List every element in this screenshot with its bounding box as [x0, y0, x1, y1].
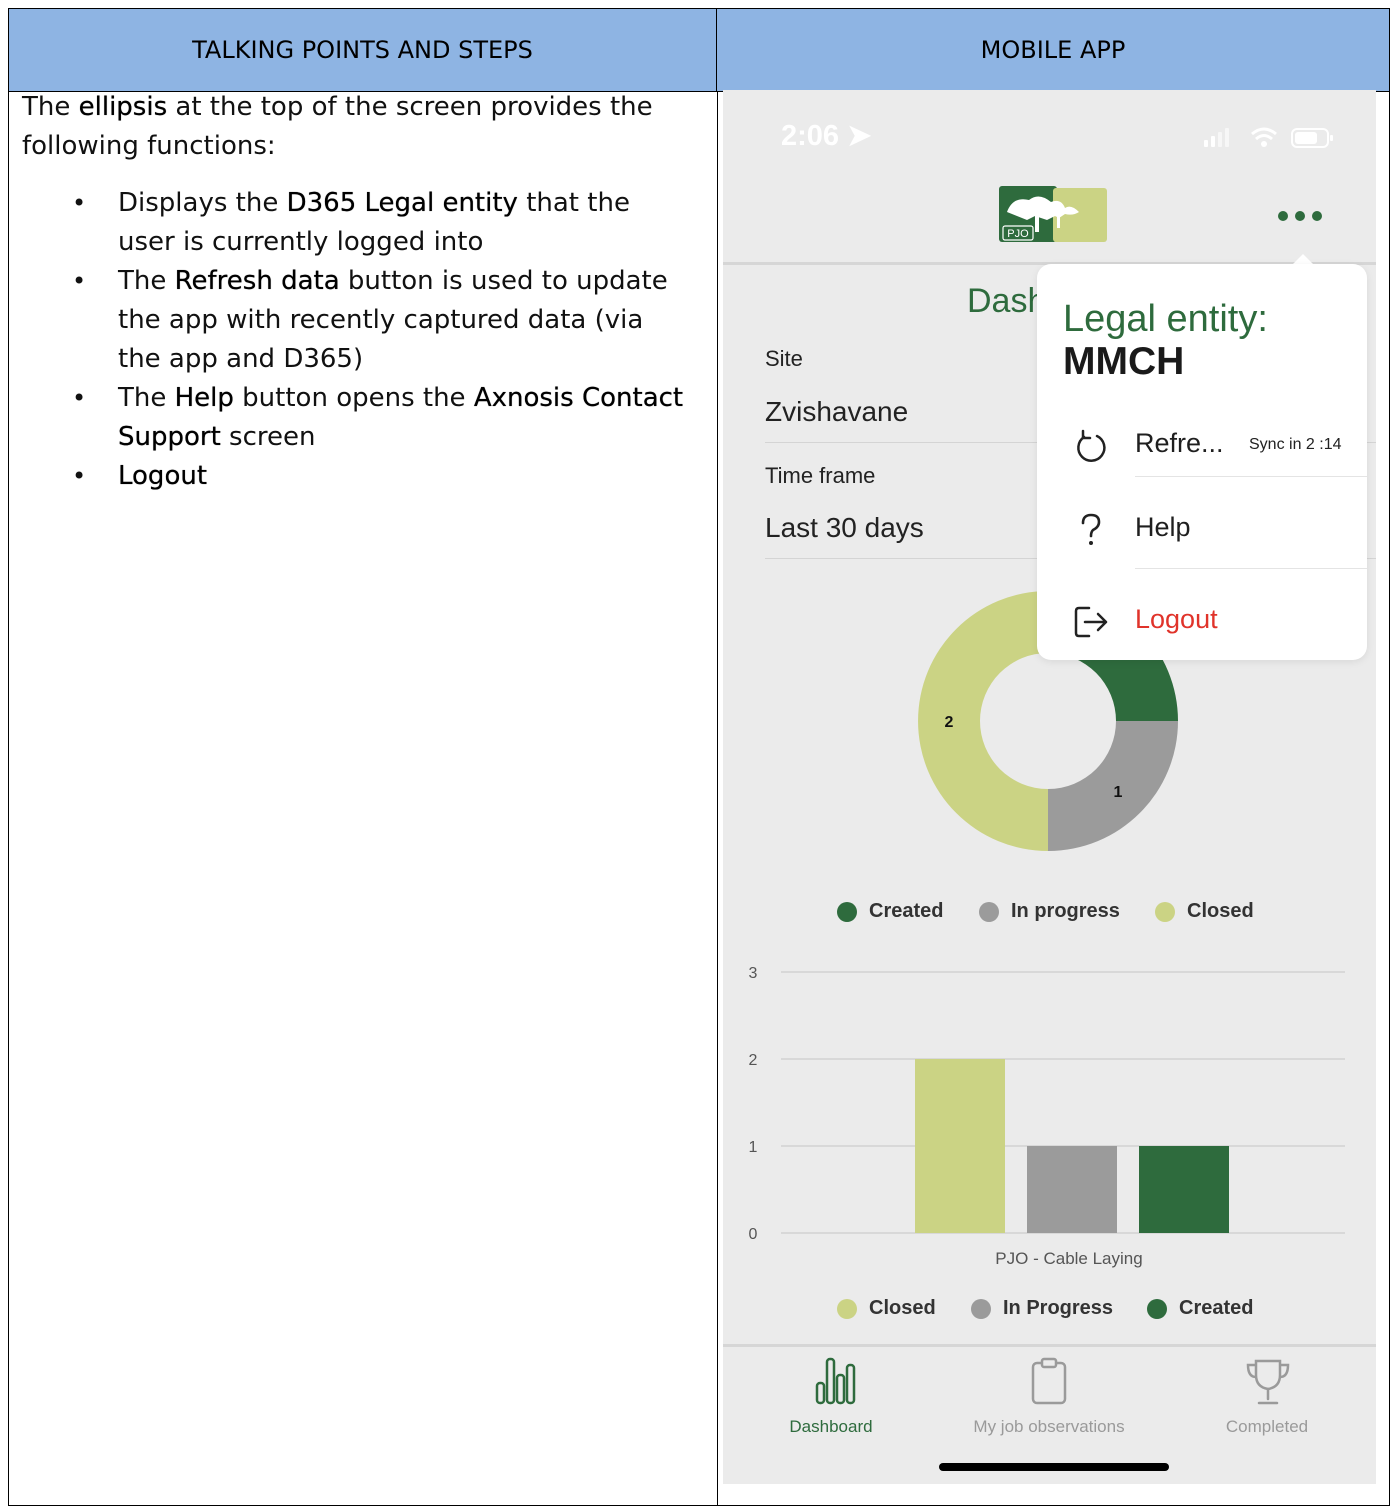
help-question-icon: [1081, 513, 1101, 545]
x-category-label: PJO - Cable Laying: [995, 1249, 1142, 1268]
logout-icon: [1074, 606, 1108, 638]
legend-created: Created: [837, 900, 943, 923]
clipboard-icon: [1031, 1357, 1067, 1405]
y-tick-label: 3: [749, 965, 758, 982]
bullet-bold: Refresh data: [174, 266, 340, 296]
refresh-icon: [1077, 429, 1106, 462]
refresh-label: Refre...: [1135, 428, 1224, 458]
timeframe-label: Time frame: [765, 463, 876, 488]
bullet-text: button opens the: [233, 383, 474, 413]
pjo-logo: PJO: [999, 186, 1107, 242]
app-header: PJO: [723, 170, 1376, 265]
y-tick-label: 1: [749, 1139, 758, 1156]
legend-label: In Progress: [1003, 1297, 1114, 1319]
logo-text: PJO: [1007, 228, 1029, 240]
status-time-text: 2:06: [781, 120, 840, 152]
bullet-bold: D365 Legal entity: [286, 188, 518, 218]
legend-swatch: [971, 1298, 991, 1319]
sync-countdown: Sync in 2 :14: [1249, 436, 1342, 453]
bullet-text: screen: [220, 422, 316, 452]
bullet-list: Displays the D365 Legal entity that the …: [22, 184, 692, 496]
intro-paragraph: The ellipsis at the top of the screen pr…: [22, 88, 692, 166]
legend-swatch: [1147, 1298, 1167, 1319]
legal-entity-title: Legal entity:: [1063, 298, 1268, 340]
status-icons: [1204, 126, 1336, 155]
legend-label: Created: [869, 900, 944, 922]
ellipsis-menu-icon[interactable]: [1277, 208, 1323, 224]
legend-closed: Closed: [837, 1297, 936, 1320]
bullet-text: The: [118, 383, 175, 413]
site-label: Site: [765, 346, 803, 371]
trophy-icon: [1246, 1359, 1290, 1405]
legend-created: Created: [1147, 1297, 1253, 1320]
menu-divider: [1135, 476, 1367, 477]
bullet-text: Displays the: [118, 188, 287, 218]
left-column-header: TALKING POINTS AND STEPS: [9, 9, 717, 91]
legend-label: Created: [1179, 1297, 1254, 1319]
bullet-bold: Help: [174, 383, 234, 413]
site-select[interactable]: Zvishavane: [765, 396, 908, 428]
bullet-item: Displays the D365 Legal entity that the …: [22, 184, 692, 262]
bullet-bold: Logout: [118, 461, 208, 491]
column-divider: [717, 91, 718, 1505]
tab-label: My job observations: [973, 1417, 1125, 1436]
home-indicator: [939, 1463, 1169, 1471]
ellipsis-popover-menu: Legal entity: MMCH Refre... Sync in 2 :1…: [1037, 264, 1367, 660]
intro-text: The: [22, 92, 79, 122]
legend-swatch: [837, 1298, 857, 1319]
help-button[interactable]: Help: [1037, 488, 1367, 572]
bar-in-progress: [1027, 1146, 1117, 1233]
mobile-app-screenshot: 2:06 ➤ PJO Dash Site Zvishavane Time fra…: [723, 90, 1376, 1484]
bullet-item: Logout: [22, 457, 692, 496]
dashboard-chart-icon: [815, 1357, 856, 1405]
tab-label: Completed: [1225, 1417, 1309, 1436]
donut-data-label: 2: [945, 714, 954, 731]
logout-label: Logout: [1135, 604, 1218, 634]
talking-points: The ellipsis at the top of the screen pr…: [22, 88, 692, 496]
legend-swatch: [979, 901, 999, 922]
status-bar-chart: 0 1 2 3 PJO - Cable Laying: [749, 965, 1345, 1268]
status-time: 2:06 ➤: [781, 118, 871, 153]
bullet-item: The Help button opens the Axnosis Contac…: [22, 379, 692, 457]
menu-divider: [1135, 568, 1367, 569]
legend-label: In progress: [1011, 900, 1120, 922]
page-title: Dash: [967, 282, 1047, 320]
legend-in-progress: In Progress: [971, 1297, 1113, 1320]
bullet-text: The: [118, 266, 175, 296]
bullet-item: The Refresh data button is used to updat…: [22, 262, 692, 379]
legal-entity-value: MMCH: [1063, 340, 1185, 383]
intro-bold: ellipsis: [78, 92, 168, 122]
donut-slice-closed: [918, 591, 1048, 851]
y-tick-label: 2: [749, 1052, 758, 1069]
timeframe-select[interactable]: Last 30 days: [765, 512, 924, 544]
donut-data-label: 1: [1114, 784, 1123, 801]
location-icon: ➤: [847, 120, 872, 152]
signal-wifi-battery-icon: [1204, 127, 1333, 148]
tab-label: Dashboard: [789, 1417, 873, 1436]
legend-in-progress: In progress: [979, 900, 1120, 923]
logout-button[interactable]: Logout: [1037, 580, 1367, 664]
legend-label: Closed: [869, 1297, 936, 1319]
legend-closed: Closed: [1155, 900, 1254, 923]
legend-label: Closed: [1187, 900, 1254, 922]
bar-created: [1139, 1146, 1229, 1233]
status-bar: 2:06 ➤: [723, 90, 1376, 170]
legend-swatch: [1155, 901, 1175, 922]
y-tick-label: 0: [749, 1226, 758, 1243]
help-label: Help: [1135, 512, 1191, 542]
bar-closed: [915, 1059, 1005, 1233]
legend-swatch: [837, 901, 857, 922]
right-column-header: MOBILE APP: [717, 9, 1389, 91]
